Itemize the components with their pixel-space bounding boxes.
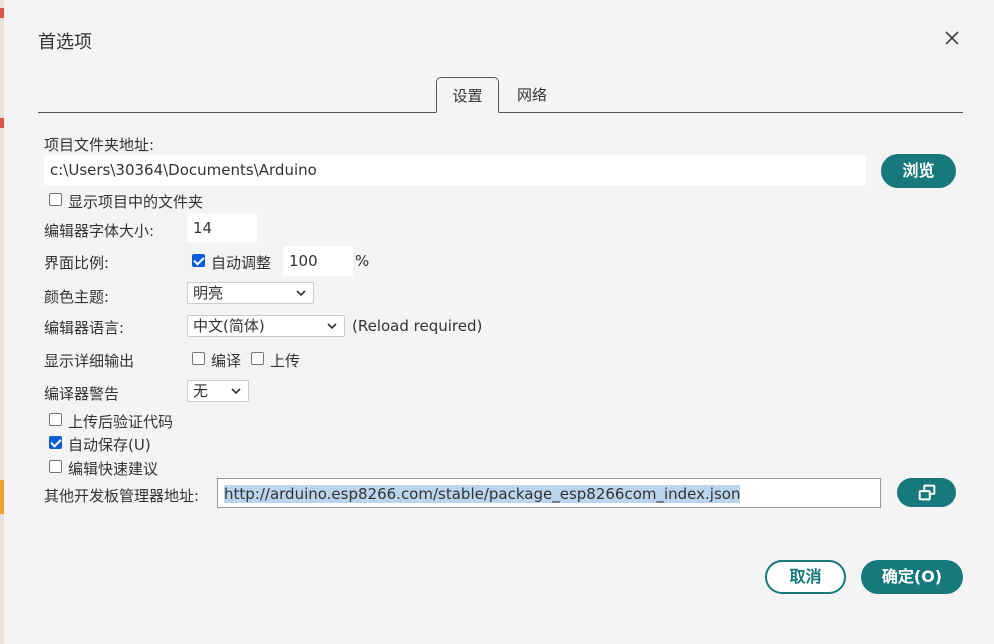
font-size-input[interactable]: 14 — [187, 213, 257, 243]
tab-bar-divider — [38, 112, 963, 113]
tab-network[interactable]: 网络 — [510, 77, 554, 113]
scale-percent-input[interactable]: 100 — [283, 246, 353, 276]
quick-suggestions-label: 编辑快速建议 — [68, 460, 159, 478]
verbose-upload-checkbox[interactable] — [251, 352, 264, 365]
theme-select-value: 明亮 — [193, 284, 224, 302]
dialog-title: 首选项 — [38, 32, 92, 53]
language-select-value: 中文(简体) — [193, 317, 265, 335]
preferences-dialog: 首选项 设置 网络 项目文件夹地址: c:\Users\30364\Docume… — [4, 0, 994, 644]
verify-after-upload-checkbox[interactable] — [49, 413, 62, 426]
chevron-down-icon — [231, 388, 241, 395]
compiler-warnings-label: 编译器警告 — [44, 385, 120, 403]
auto-save-checkbox[interactable] — [49, 436, 62, 449]
compiler-warnings-select-value: 无 — [193, 382, 209, 400]
board-urls-edit-button[interactable] — [897, 478, 956, 507]
browse-button[interactable]: 浏览 — [881, 154, 956, 188]
language-select[interactable]: 中文(简体) — [187, 315, 345, 337]
font-size-label: 编辑器字体大小: — [44, 222, 155, 240]
close-icon[interactable] — [940, 26, 964, 50]
language-reload-note: (Reload required) — [352, 317, 483, 335]
verbose-compile-label: 编译 — [211, 352, 242, 370]
auto-scale-label: 自动调整 — [211, 254, 272, 272]
verify-after-upload-label: 上传后验证代码 — [68, 413, 174, 431]
theme-select[interactable]: 明亮 — [187, 282, 314, 304]
board-urls-input[interactable]: http://arduino.esp8266.com/stable/packag… — [217, 478, 881, 508]
compiler-warnings-select[interactable]: 无 — [187, 380, 249, 402]
show-sketch-files-checkbox[interactable] — [49, 193, 62, 206]
auto-scale-checkbox[interactable] — [192, 254, 205, 267]
chevron-down-icon — [327, 323, 337, 330]
auto-save-label: 自动保存(U) — [68, 436, 151, 454]
cancel-button[interactable]: 取消 — [765, 560, 846, 594]
chevron-down-icon — [296, 290, 306, 297]
interface-scale-label: 界面比例: — [44, 254, 110, 272]
sketchbook-location-label: 项目文件夹地址: — [44, 136, 155, 154]
tab-settings[interactable]: 设置 — [436, 77, 499, 113]
board-urls-label: 其他开发板管理器地址: — [44, 487, 200, 505]
open-window-icon — [918, 484, 935, 501]
quick-suggestions-checkbox[interactable] — [49, 460, 62, 473]
theme-label: 颜色主题: — [44, 288, 110, 306]
ok-button[interactable]: 确定(O) — [861, 560, 963, 594]
verbose-compile-checkbox[interactable] — [192, 352, 205, 365]
board-urls-selected-text: http://arduino.esp8266.com/stable/packag… — [224, 485, 741, 503]
sketchbook-path-input[interactable]: c:\Users\30364\Documents\Arduino — [44, 155, 866, 185]
show-sketch-files-label: 显示项目中的文件夹 — [68, 193, 204, 211]
verbose-output-label: 显示详细输出 — [44, 352, 135, 370]
scale-percent-unit: % — [355, 252, 370, 270]
language-label: 编辑器语言: — [44, 319, 125, 337]
verbose-upload-label: 上传 — [270, 352, 301, 370]
